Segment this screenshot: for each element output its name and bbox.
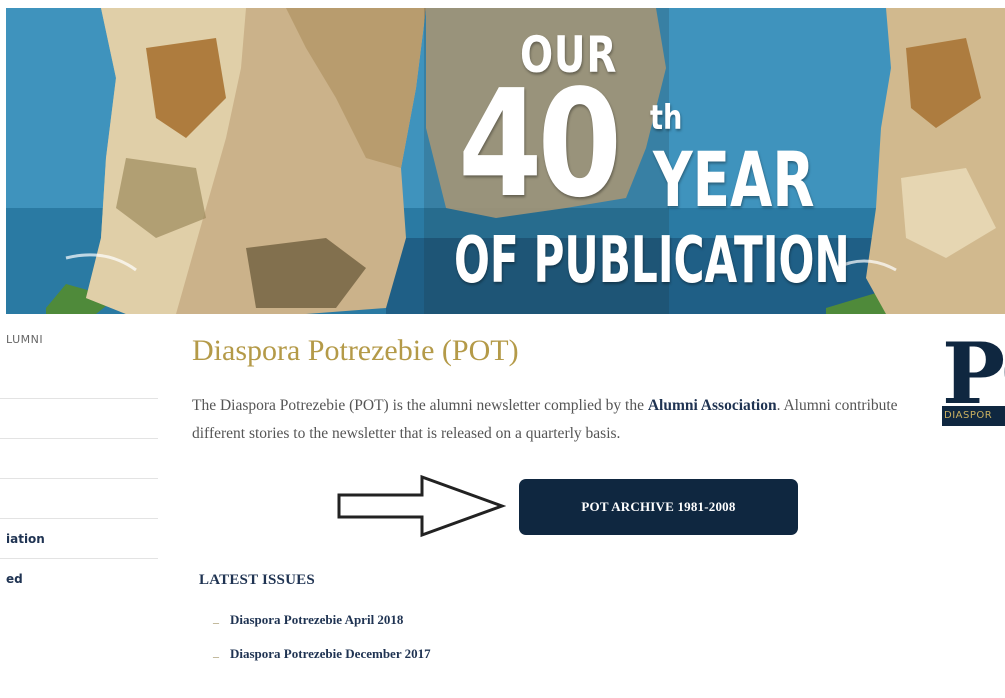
hero-headline-superscript: th [650, 98, 683, 138]
alumni-association-link[interactable]: Alumni Association [648, 397, 777, 414]
bullet-icon: – [213, 649, 219, 663]
latest-issues-heading: LATEST ISSUES [199, 572, 315, 588]
sidebar-item-association[interactable]: iation [6, 532, 45, 546]
hero-headline-year: YEAR [653, 135, 815, 224]
intro-text: The Diaspora Potrezebie (POT) is the alu… [192, 397, 648, 414]
sidebar-nav: LUMNI iation ed [0, 330, 160, 630]
page-title: Diaspora Potrezebie (POT) [192, 334, 519, 367]
pot-archive-button[interactable]: POT ARCHIVE 1981-2008 [519, 479, 798, 535]
pot-logo: PO DIASPOR [942, 332, 1005, 428]
sidebar-divider [0, 478, 158, 479]
sidebar-divider [0, 438, 158, 439]
intro-paragraph: The Diaspora Potrezebie (POT) is the alu… [192, 392, 932, 448]
issue-link-april-2018[interactable]: Diaspora Potrezebie April 2018 [230, 612, 403, 628]
hero-headline-number: 40 [458, 58, 622, 230]
bullet-icon: – [213, 615, 219, 629]
sidebar-divider [0, 398, 158, 399]
issue-link-december-2017[interactable]: Diaspora Potrezebie December 2017 [230, 646, 431, 662]
sidebar-divider [0, 518, 158, 519]
sidebar-divider [0, 558, 158, 559]
right-arrow-icon [337, 474, 506, 538]
hero-headline-publication: OF PUBLICATION [454, 224, 850, 298]
pot-archive-button-label: POT ARCHIVE 1981-2008 [581, 499, 736, 514]
sidebar-item-ed[interactable]: ed [6, 572, 23, 586]
hero-banner: OUR 40 th YEAR OF PUBLICATION [6, 8, 1005, 314]
sidebar-heading: LUMNI [6, 333, 44, 346]
pot-logo-subtitle: DIASPOR [944, 410, 993, 421]
pot-logo-band: DIASPOR [942, 406, 1005, 426]
hero-headline: OUR 40 th YEAR OF PUBLICATION [428, 18, 850, 298]
